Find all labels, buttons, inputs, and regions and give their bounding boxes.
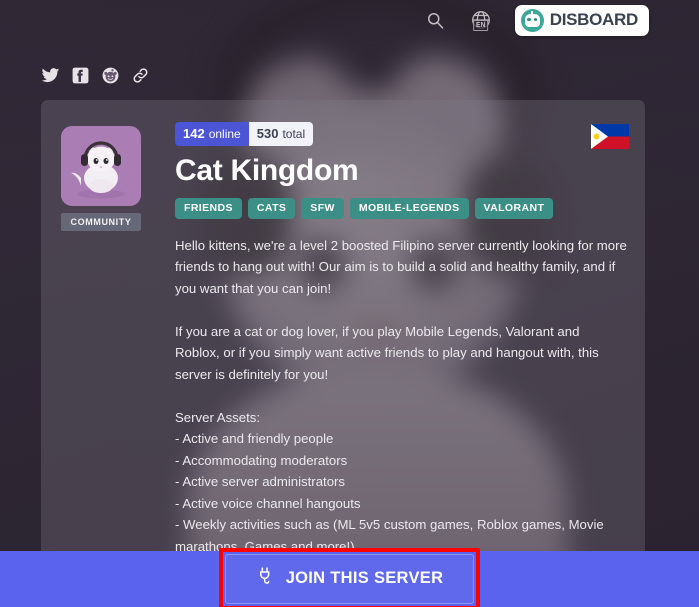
social-share-row [41, 66, 150, 85]
server-tags: FRIENDS CATS SFW MOBILE-LEGENDS VALORANT [175, 197, 631, 219]
join-this-server-button[interactable]: JOIN THIS SERVER [224, 554, 475, 604]
server-avatar-block: COMMUNITY [61, 126, 141, 231]
total-count-label: total [282, 127, 306, 141]
server-card: COMMUNITY 142 online 530 total Cat Kingd… [41, 100, 645, 560]
reddit-icon[interactable] [101, 66, 120, 85]
server-tag[interactable]: CATS [247, 197, 296, 219]
cat-with-headphones-avatar[interactable] [61, 126, 141, 206]
join-button-highlight: JOIN THIS SERVER [218, 548, 481, 607]
server-info: 142 online 530 total Cat Kingdom FRIENDS… [175, 122, 631, 557]
globe-icon[interactable]: EN [469, 8, 493, 32]
community-badge: COMMUNITY [61, 213, 141, 231]
twitter-icon[interactable] [41, 66, 60, 85]
server-tag[interactable]: VALORANT [474, 197, 554, 219]
join-button-label: JOIN THIS SERVER [285, 569, 444, 587]
search-icon[interactable] [423, 8, 447, 32]
link-icon[interactable] [131, 66, 150, 85]
server-tag[interactable]: FRIENDS [175, 197, 242, 219]
facebook-icon[interactable] [71, 66, 90, 85]
online-count-value: 142 [183, 126, 205, 141]
online-count-badge: 142 online [175, 122, 249, 146]
plug-icon [256, 566, 275, 591]
online-count-label: online [208, 127, 241, 141]
server-tag[interactable]: MOBILE-LEGENDS [349, 197, 469, 219]
language-code-label: EN [472, 20, 489, 31]
disboard-logo[interactable]: DISBOARD [514, 4, 649, 36]
page-title: Cat Kingdom [175, 154, 359, 187]
total-count-badge: 530 total [248, 122, 314, 146]
disboard-server-page: EN DISBOARD COMMUNITY 142 online 530 tot… [0, 0, 699, 607]
total-count-value: 530 [256, 126, 279, 141]
disboard-bot-icon [520, 8, 544, 32]
server-tag[interactable]: SFW [301, 197, 344, 219]
server-description: Hello kittens, we're a level 2 boosted F… [175, 237, 627, 554]
join-bar: JOIN THIS SERVER [0, 548, 699, 607]
disboard-logo-text: DISBOARD [549, 10, 639, 29]
member-counts: 142 online 530 total [175, 122, 314, 146]
top-bar: EN DISBOARD [0, 0, 699, 40]
